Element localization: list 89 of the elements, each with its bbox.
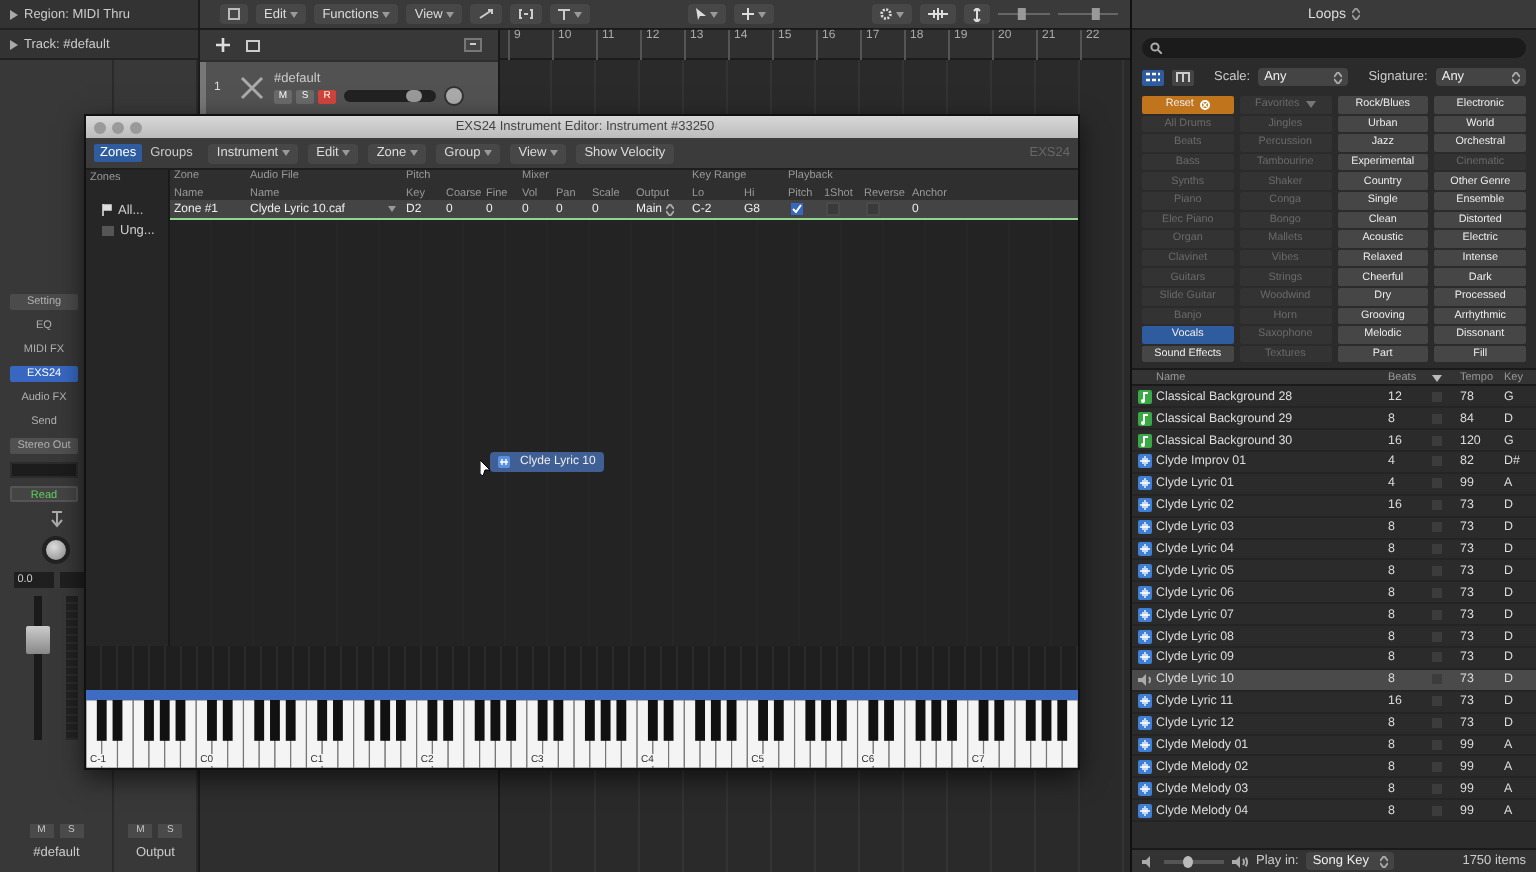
caret-icon (446, 11, 455, 17)
piano-keyboard[interactable] (86, 700, 1078, 768)
waveform-icon (1138, 476, 1152, 491)
volume-fader-thumb[interactable] (26, 625, 51, 654)
waveform-icon (1138, 803, 1152, 818)
waveform-icon (1138, 629, 1152, 644)
arrows-icon (478, 8, 495, 20)
waveform-icon (1138, 563, 1152, 578)
pointer-tool-button[interactable] (688, 4, 727, 24)
track-options-button[interactable] (464, 38, 482, 52)
waveform-icon (1138, 650, 1152, 665)
checkbox[interactable] (826, 202, 840, 216)
settings-button[interactable] (872, 4, 912, 24)
horizontal-zoom-slider[interactable] (1058, 8, 1118, 20)
disclosure-triangle-icon[interactable] (10, 9, 18, 19)
caret-icon (896, 11, 904, 17)
filter-button[interactable] (550, 4, 591, 24)
caret-icon (410, 150, 419, 156)
caret-icon (574, 11, 583, 17)
caret-icon (388, 206, 396, 212)
track-pan-knob[interactable] (444, 86, 464, 106)
heart-icon (1305, 100, 1316, 109)
level-meter (66, 596, 79, 740)
music-note-icon (1138, 433, 1152, 448)
waveform-icon (1138, 781, 1152, 796)
search-icon (1150, 42, 1162, 54)
crosshair-icon (742, 8, 755, 20)
checkbox[interactable] (866, 202, 880, 216)
library-button[interactable] (220, 4, 248, 24)
caret-icon (342, 150, 351, 156)
gear-icon (880, 8, 892, 20)
speaker-icon (1138, 673, 1152, 686)
waveform-icon (928, 8, 948, 20)
waveform-icon (1138, 585, 1152, 600)
waveform-zoom-button[interactable] (920, 4, 956, 24)
caret-icon (382, 11, 391, 17)
speaker-icon (1142, 855, 1156, 867)
brackets-icon (518, 8, 535, 20)
instrument-icon (238, 74, 266, 102)
vertical-zoom-slider[interactable] (998, 8, 1050, 20)
stepper-icon (1352, 8, 1361, 20)
add-track-button[interactable] (216, 38, 230, 52)
waveform-icon (1138, 694, 1152, 709)
disclosure-triangle-icon[interactable] (10, 39, 18, 49)
vertical-arrows-icon (972, 7, 982, 21)
track-volume-track[interactable] (344, 90, 436, 102)
sidebar-icon (228, 8, 240, 20)
caret-icon (282, 150, 291, 156)
zoom-button[interactable] (510, 4, 543, 24)
waveform-icon (1138, 716, 1152, 731)
stepper-icon (1380, 855, 1389, 867)
mouse-pointer-icon (480, 460, 490, 476)
clear-icon (1199, 99, 1210, 110)
waveform-icon (1138, 498, 1152, 513)
waveform-icon (1138, 738, 1152, 752)
caret-icon (710, 11, 719, 17)
speaker-icon (1232, 855, 1248, 867)
waveform-icon (1138, 541, 1152, 556)
catch-button[interactable] (470, 4, 503, 24)
music-note-icon (1138, 389, 1152, 404)
favorite-checkbox[interactable] (1432, 543, 1442, 554)
flag-icon (102, 204, 112, 216)
link-icon (49, 510, 64, 528)
pointer-icon (696, 8, 707, 20)
button-view-icon (1146, 72, 1160, 82)
view-button[interactable] (1172, 69, 1194, 85)
music-note-icon (1138, 411, 1152, 426)
preview-volume-thumb[interactable] (1183, 855, 1193, 867)
caret-icon (550, 150, 559, 156)
waveform-icon (498, 456, 510, 468)
stepper-icon (666, 203, 675, 215)
pan-knob[interactable] (42, 536, 71, 564)
column-view-icon (1176, 72, 1190, 82)
duplicate-track-button[interactable] (246, 39, 260, 51)
caret-icon (484, 150, 493, 156)
stepper-icon (1334, 71, 1343, 83)
waveform-icon (1138, 454, 1152, 469)
waveform-icon (1138, 520, 1152, 535)
heart-icon (1432, 373, 1442, 382)
view-button[interactable] (1142, 69, 1164, 85)
caret-icon (290, 11, 299, 17)
vertical-zoom-button[interactable] (964, 4, 990, 24)
search-field[interactable] (1142, 38, 1526, 58)
waveform-icon (1138, 759, 1152, 774)
stepper-icon (1512, 71, 1520, 83)
pencil-tool-button[interactable] (734, 4, 775, 24)
waveform-icon (1138, 607, 1152, 622)
folder-icon (102, 225, 114, 235)
caret-icon (758, 11, 767, 17)
